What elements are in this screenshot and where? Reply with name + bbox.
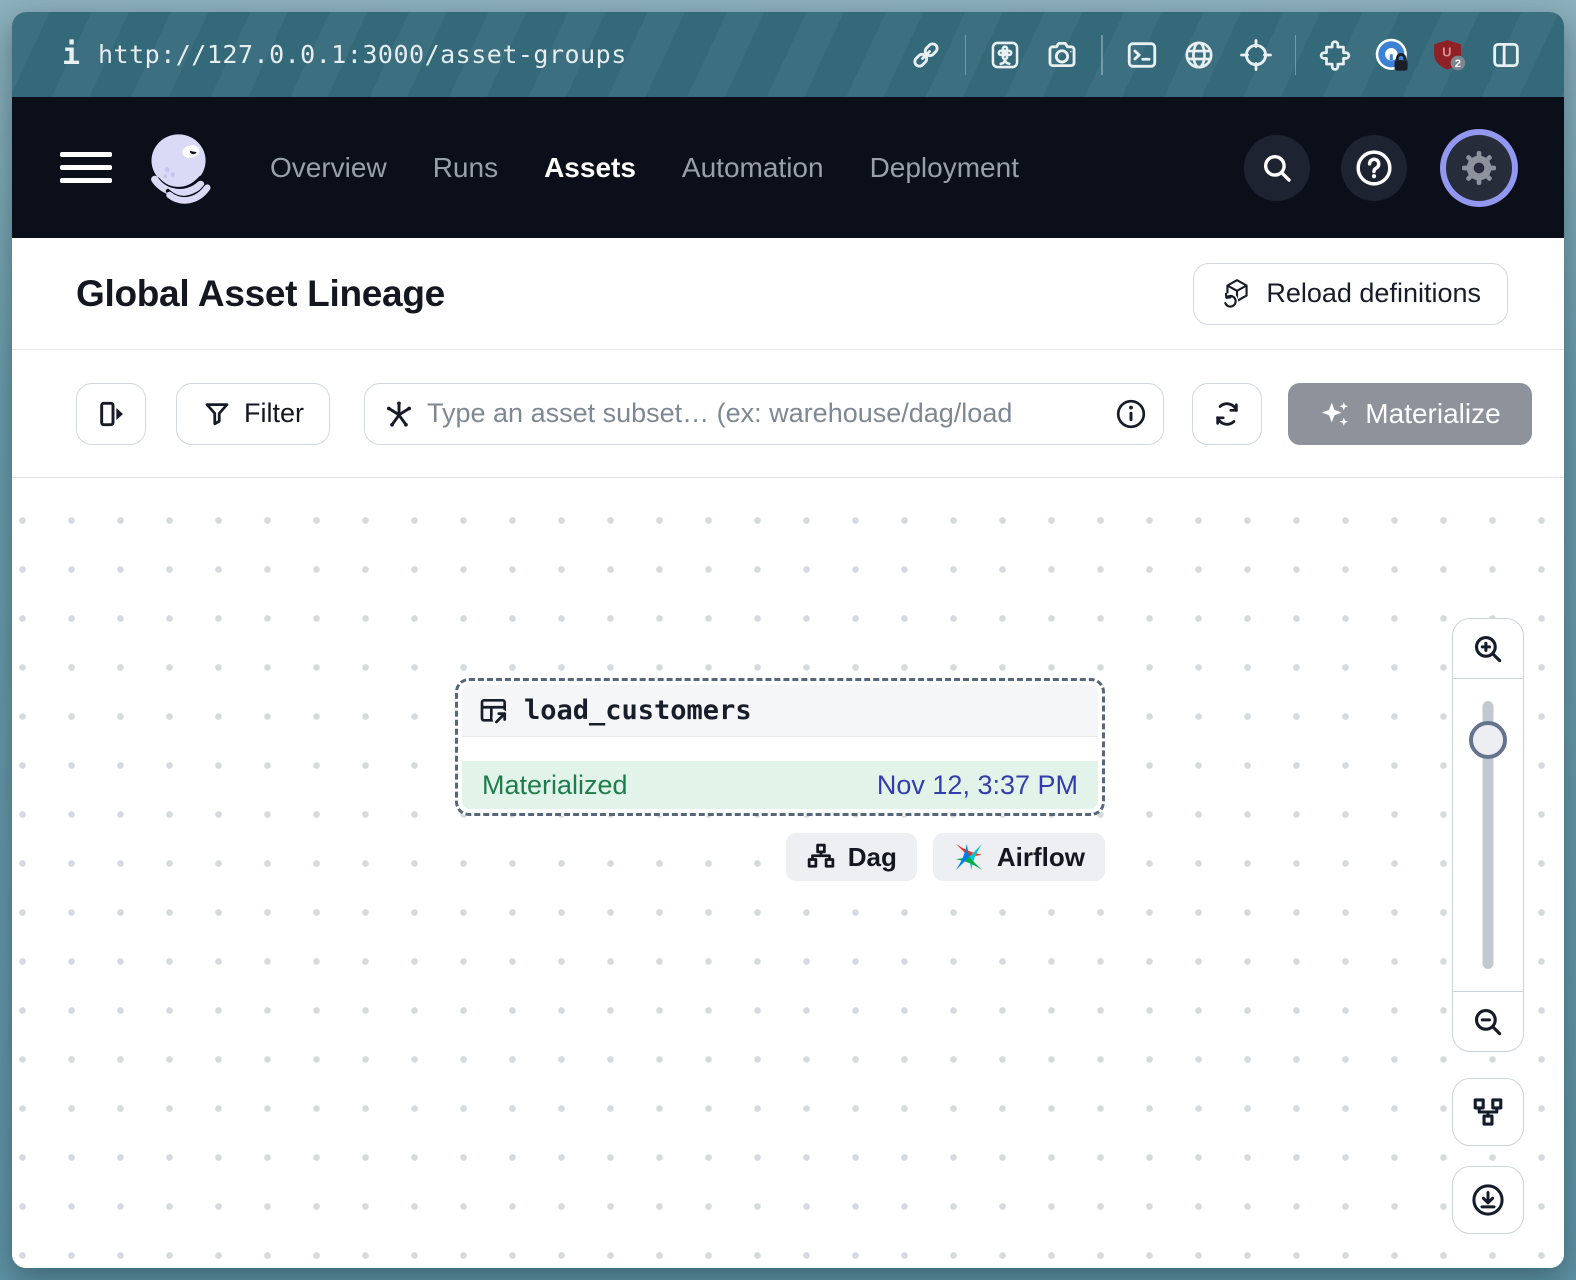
- svg-text:U: U: [1442, 44, 1451, 59]
- download-view-button[interactable]: [1452, 1166, 1524, 1234]
- dag-hierarchy-icon: [806, 842, 836, 872]
- asset-node-header: load_customers: [462, 685, 1098, 737]
- download-icon: [1470, 1182, 1506, 1218]
- toolbar-separator: [1295, 35, 1297, 75]
- nav-item-runs[interactable]: Runs: [433, 152, 498, 184]
- zoom-slider-handle[interactable]: [1469, 721, 1507, 759]
- link-icon[interactable]: [908, 37, 944, 73]
- zoom-in-icon: [1471, 632, 1505, 666]
- hamburger-menu-icon[interactable]: [60, 144, 112, 191]
- address-bar[interactable]: http://127.0.0.1:3000/asset-groups: [98, 40, 627, 69]
- shield-icon[interactable]: U 2: [1431, 37, 1467, 73]
- globe-icon[interactable]: [1181, 37, 1217, 73]
- refresh-icon: [1212, 399, 1242, 429]
- materialize-label: Materialize: [1365, 398, 1500, 430]
- asset-table-icon: [478, 695, 510, 727]
- svg-text:2: 2: [1455, 57, 1461, 69]
- asset-node-body: [462, 737, 1098, 761]
- app-nav-bar: Overview Runs Assets Automation Deployme…: [12, 97, 1564, 238]
- toolbar-separator: [1101, 35, 1103, 75]
- asset-status-label: Materialized: [482, 770, 628, 801]
- toggle-sidebar-button[interactable]: [76, 383, 146, 445]
- sidebar-toggle-icon[interactable]: [1488, 37, 1524, 73]
- terminal-icon[interactable]: [1124, 37, 1160, 73]
- puzzle-icon[interactable]: [1317, 37, 1353, 73]
- panel-expand-icon: [95, 398, 127, 430]
- asset-status-timestamp[interactable]: Nov 12, 3:37 PM: [877, 770, 1078, 801]
- rearrange-layout-button[interactable]: [1452, 1078, 1524, 1146]
- lineage-canvas[interactable]: load_customers Materialized Nov 12, 3:37…: [12, 478, 1564, 1268]
- search-icon: [1260, 151, 1294, 185]
- filter-button[interactable]: Filter: [176, 383, 330, 445]
- reload-cube-icon: [1220, 277, 1254, 311]
- zoom-control-panel: [1452, 618, 1524, 1052]
- password-manager-icon[interactable]: [1374, 37, 1410, 73]
- zoom-slider[interactable]: [1453, 679, 1523, 991]
- help-icon: [1355, 149, 1393, 187]
- asset-graph-icon: [383, 398, 415, 430]
- airflow-pinwheel-icon: [953, 841, 985, 873]
- asset-node-name: load_customers: [524, 695, 752, 726]
- refresh-button[interactable]: [1192, 383, 1262, 445]
- search-button[interactable]: [1244, 135, 1310, 201]
- settings-gear-icon: [1459, 148, 1499, 188]
- dagster-octopus-logo[interactable]: [140, 127, 222, 209]
- tag-airflow-label: Airflow: [997, 842, 1085, 873]
- asset-node-load-customers[interactable]: load_customers Materialized Nov 12, 3:37…: [455, 678, 1105, 816]
- nav-item-automation[interactable]: Automation: [682, 152, 824, 184]
- crosshair-icon[interactable]: [1238, 37, 1274, 73]
- nav-item-overview[interactable]: Overview: [270, 152, 387, 184]
- asset-node-status-row: Materialized Nov 12, 3:37 PM: [462, 761, 1098, 809]
- browser-toolbar: i http://127.0.0.1:3000/asset-groups: [12, 12, 1564, 97]
- page-title: Global Asset Lineage: [76, 273, 445, 315]
- zoom-in-button[interactable]: [1453, 619, 1523, 679]
- toolbar-separator: [965, 35, 967, 75]
- asset-subset-input[interactable]: Type an asset subset… (ex: warehouse/dag…: [364, 383, 1164, 445]
- reload-definitions-button[interactable]: Reload definitions: [1193, 263, 1508, 325]
- info-icon[interactable]: [1115, 398, 1147, 430]
- asset-node-tags: Dag Airflow: [12, 833, 1105, 881]
- reload-definitions-label: Reload definitions: [1266, 278, 1481, 309]
- nav-links: Overview Runs Assets Automation Deployme…: [270, 152, 1019, 184]
- camera-icon[interactable]: [1044, 37, 1080, 73]
- nav-item-assets[interactable]: Assets: [544, 152, 636, 184]
- help-button[interactable]: [1341, 135, 1407, 201]
- zoom-out-icon: [1471, 1005, 1505, 1039]
- nav-item-deployment[interactable]: Deployment: [870, 152, 1019, 184]
- page-info-icon[interactable]: i: [56, 37, 86, 72]
- browser-window: i http://127.0.0.1:3000/asset-groups: [12, 12, 1564, 1268]
- filter-funnel-icon: [202, 399, 232, 429]
- tag-airflow[interactable]: Airflow: [933, 833, 1105, 881]
- settings-button[interactable]: [1446, 135, 1512, 201]
- filter-label: Filter: [244, 398, 304, 429]
- zoom-out-button[interactable]: [1453, 991, 1523, 1051]
- lineage-toolbar: Filter Type an asset subset… (ex: wareho…: [12, 350, 1564, 478]
- tag-dag-label: Dag: [848, 842, 897, 873]
- asset-subset-placeholder: Type an asset subset… (ex: warehouse/dag…: [427, 398, 1103, 429]
- sparkles-icon: [1319, 397, 1353, 431]
- page-header: Global Asset Lineage Reload definitions: [12, 238, 1564, 350]
- tag-dag[interactable]: Dag: [786, 833, 917, 881]
- flower-photo-icon[interactable]: [987, 37, 1023, 73]
- materialize-button[interactable]: Materialize: [1288, 383, 1532, 445]
- arrange-tree-icon: [1471, 1095, 1505, 1129]
